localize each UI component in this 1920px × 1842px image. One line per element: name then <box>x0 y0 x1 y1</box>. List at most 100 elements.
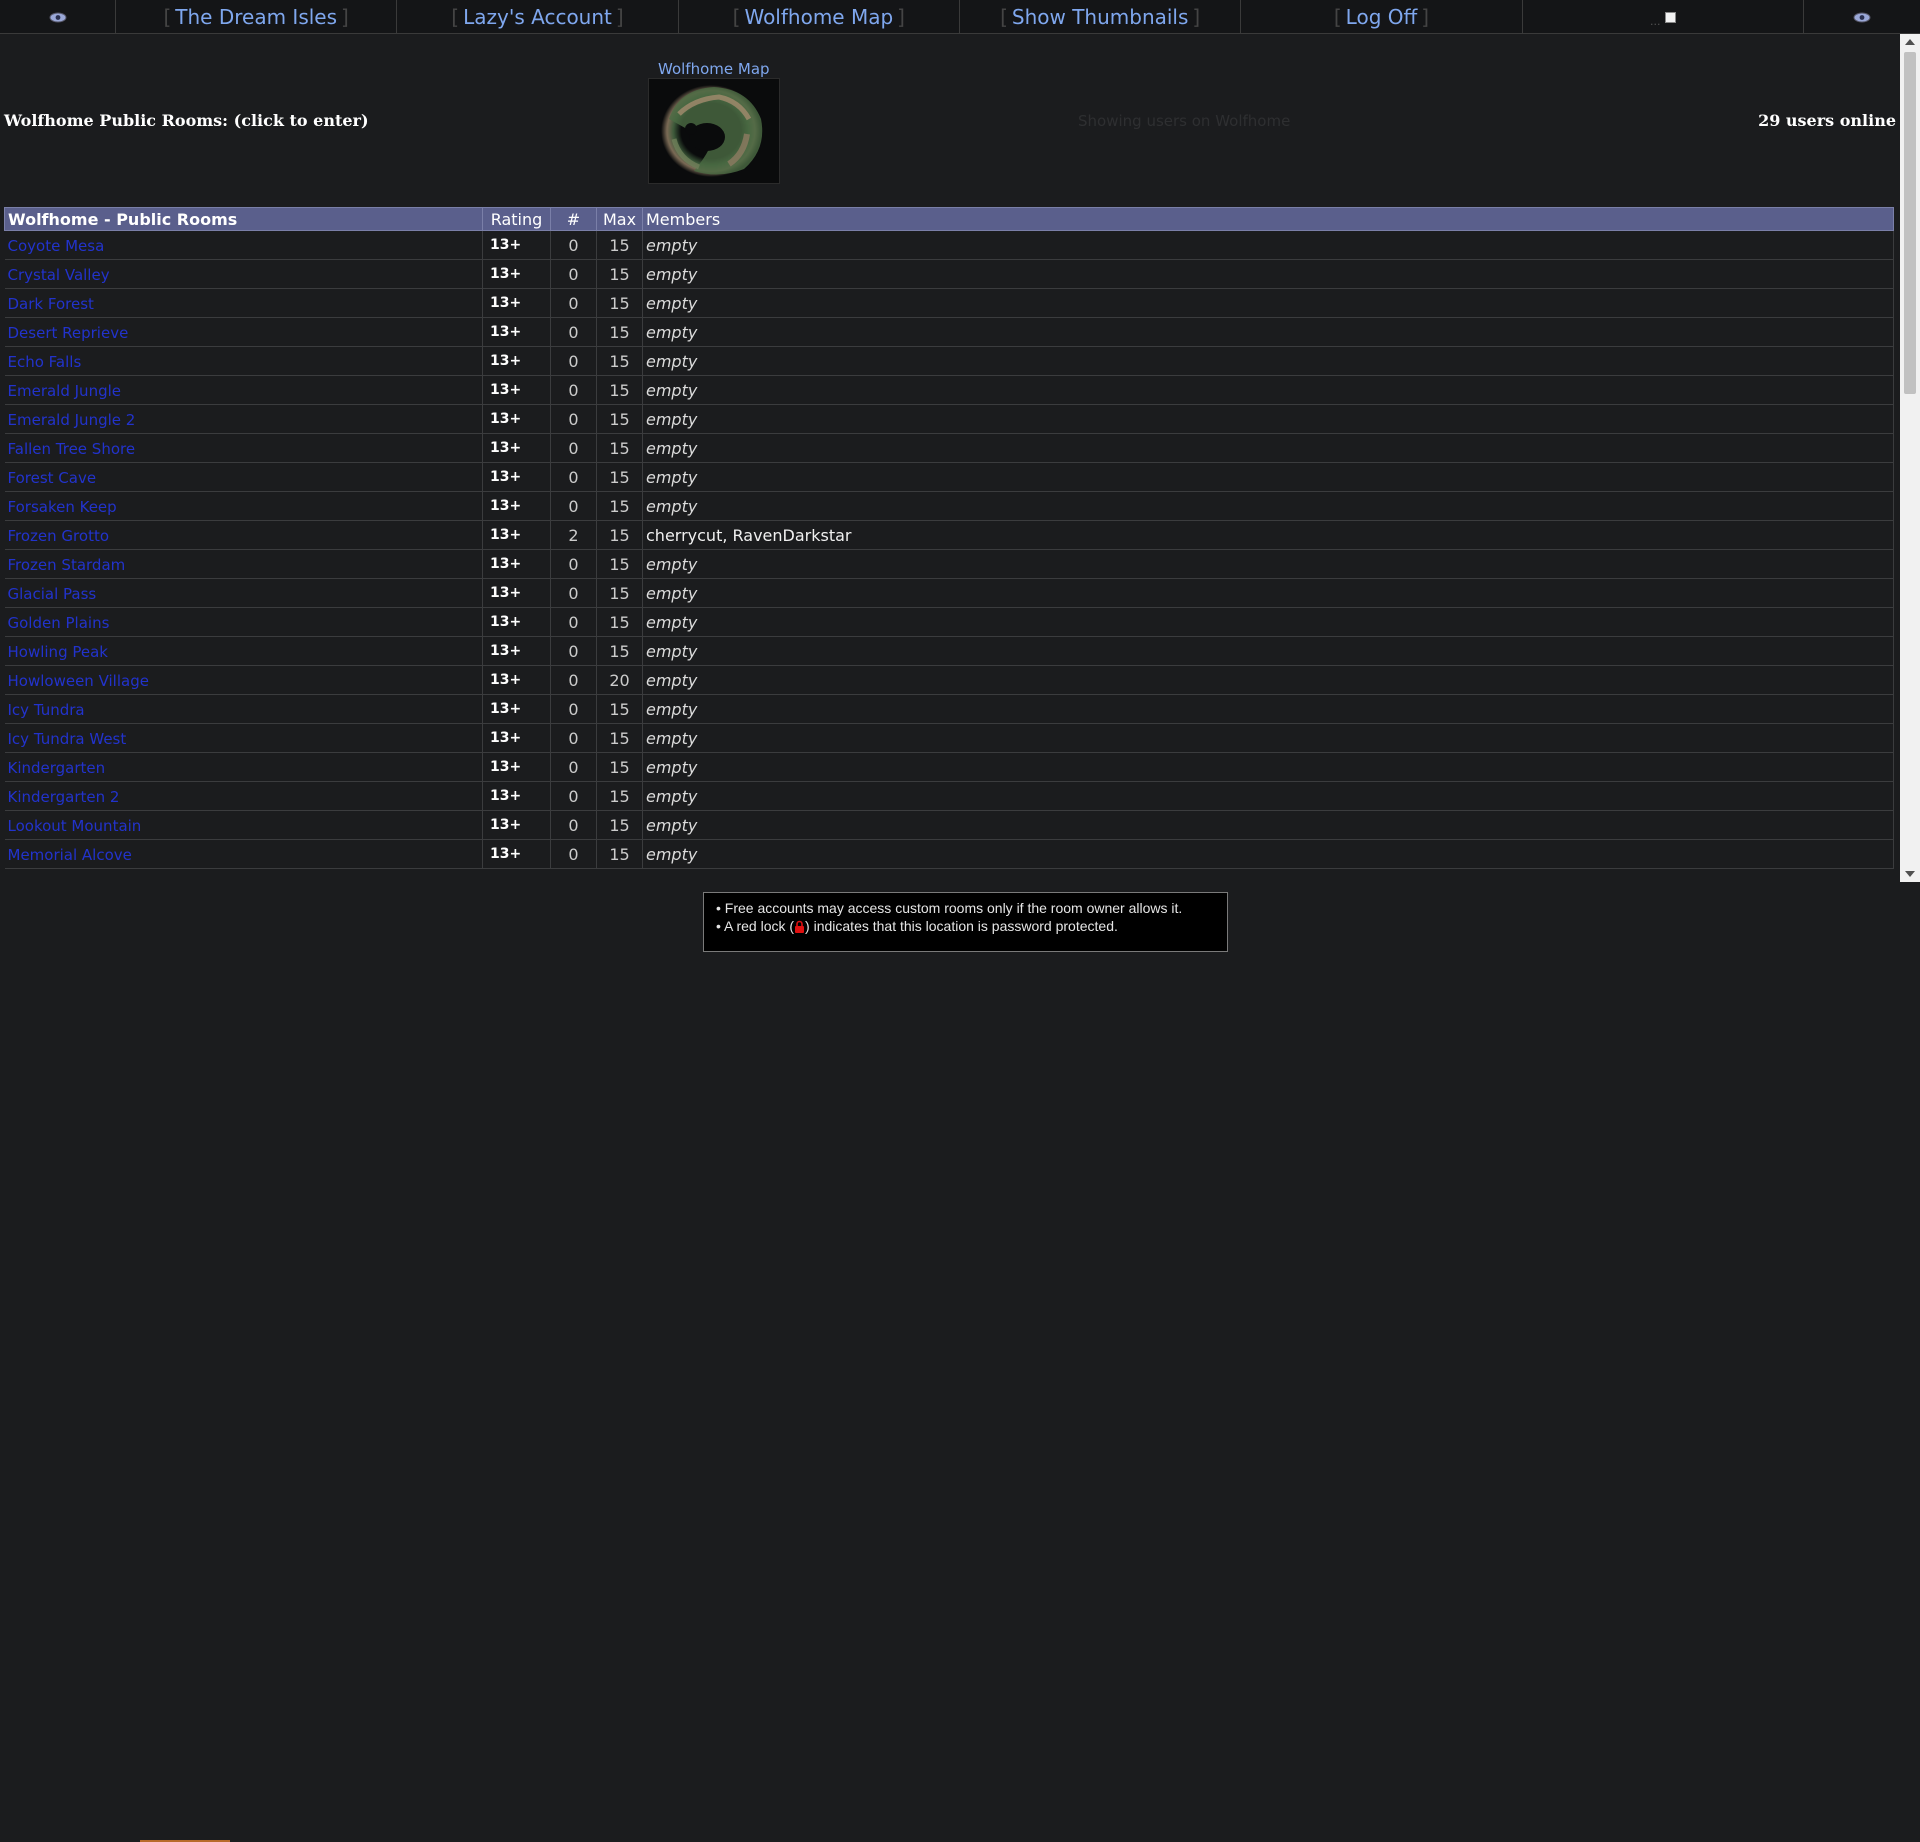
room-rating: 13+ <box>482 230 551 260</box>
room-rating: 13+ <box>482 259 551 289</box>
room-name-cell: Lookout Mountain <box>4 810 483 840</box>
room-max-users: 15 <box>596 752 643 782</box>
room-link[interactable]: Echo Falls <box>8 353 82 371</box>
nav-dream-isles-link[interactable]: [The Dream Isles] <box>159 5 352 29</box>
rooms-table-body: Coyote Mesa 13+ 0 15 empty Crystal Valley 13+ 0… <box>4 230 1894 869</box>
nav-cell-logoff: [Log Off] <box>1241 0 1523 34</box>
room-rating: 13+ <box>482 462 551 492</box>
room-name-cell: Forsaken Keep <box>4 491 483 521</box>
room-max-users: 15 <box>596 607 643 637</box>
room-rating: 13+ <box>482 752 551 782</box>
table-row: Emerald Jungle 13+ 0 15 empty <box>4 375 1894 405</box>
room-members: empty <box>642 578 1894 608</box>
room-link[interactable]: Forest Cave <box>8 469 97 487</box>
room-link[interactable]: Crystal Valley <box>8 266 110 284</box>
room-max-users: 15 <box>596 317 643 347</box>
room-rating: 13+ <box>482 549 551 579</box>
room-link[interactable]: Golden Plains <box>8 614 110 632</box>
room-link[interactable]: Emerald Jungle <box>8 382 122 400</box>
room-link[interactable]: Emerald Jungle 2 <box>8 411 136 429</box>
table-row: Howling Peak 13+ 0 15 empty <box>4 636 1894 666</box>
room-rating: 13+ <box>482 781 551 811</box>
room-link[interactable]: Dark Forest <box>8 295 94 313</box>
room-link[interactable]: Icy Tundra <box>8 701 85 719</box>
room-link[interactable]: Frozen Stardam <box>8 556 126 574</box>
table-row: Dark Forest 13+ 0 15 empty <box>4 288 1894 318</box>
room-rating: 13+ <box>482 433 551 463</box>
room-name-cell: Memorial Alcove <box>4 839 483 869</box>
vertical-scrollbar[interactable] <box>1900 34 1920 882</box>
room-max-users: 15 <box>596 230 643 260</box>
room-link[interactable]: Frozen Grotto <box>8 527 110 545</box>
room-link[interactable]: Kindergarten <box>8 759 106 777</box>
room-members: empty <box>642 404 1894 434</box>
notes-box: • Free accounts may access custom rooms … <box>703 892 1228 952</box>
scroll-up-arrow-icon[interactable] <box>1905 39 1915 45</box>
room-max-users: 15 <box>596 433 643 463</box>
nav-cell-dream-isles: [The Dream Isles] <box>116 0 398 34</box>
header-row: Wolfhome Public Rooms: (click to enter) … <box>0 34 1898 204</box>
room-max-users: 15 <box>596 839 643 869</box>
room-rating: 13+ <box>482 694 551 724</box>
nav-thumbnails-link[interactable]: [Show Thumbnails] <box>996 5 1204 29</box>
room-name-cell: Kindergarten <box>4 752 483 782</box>
room-link[interactable]: Howling Peak <box>8 643 108 661</box>
room-members: empty <box>642 317 1894 347</box>
room-max-users: 15 <box>596 723 643 753</box>
table-row: Golden Plains 13+ 0 15 empty <box>4 607 1894 637</box>
room-members: empty <box>642 607 1894 637</box>
room-user-count: 0 <box>550 317 597 347</box>
nav-account-label: Lazy's Account <box>463 5 612 29</box>
nav-dream-isles-label: The Dream Isles <box>175 5 338 29</box>
map-link[interactable]: Wolfhome Map <box>658 60 770 78</box>
room-link[interactable]: Fallen Tree Shore <box>8 440 136 458</box>
col-header-count: # <box>550 207 597 231</box>
room-rating: 13+ <box>482 665 551 695</box>
eye-icon <box>49 12 66 22</box>
room-link[interactable]: Coyote Mesa <box>8 237 105 255</box>
room-members: empty <box>642 781 1894 811</box>
room-name-cell: Frozen Stardam <box>4 549 483 579</box>
room-rating: 13+ <box>482 810 551 840</box>
room-link[interactable]: Desert Reprieve <box>8 324 129 342</box>
room-max-users: 15 <box>596 549 643 579</box>
map-thumbnail[interactable] <box>648 78 780 184</box>
scrollbar-thumb[interactable] <box>1904 52 1916 394</box>
room-link[interactable]: Icy Tundra West <box>8 730 127 748</box>
room-user-count: 0 <box>550 375 597 405</box>
room-link[interactable]: Glacial Pass <box>8 585 97 603</box>
room-name-cell: Howloween Village <box>4 665 483 695</box>
room-rating: 13+ <box>482 607 551 637</box>
room-link[interactable]: Forsaken Keep <box>8 498 117 516</box>
room-link[interactable]: Lookout Mountain <box>8 817 142 835</box>
nav-right-eye[interactable] <box>1804 0 1920 34</box>
room-user-count: 0 <box>550 665 597 695</box>
table-row: Emerald Jungle 2 13+ 0 15 empty <box>4 404 1894 434</box>
room-members: empty <box>642 462 1894 492</box>
room-rating: 13+ <box>482 520 551 550</box>
room-user-count: 0 <box>550 288 597 318</box>
table-row: Crystal Valley 13+ 0 15 empty <box>4 259 1894 289</box>
table-row: Icy Tundra West 13+ 0 15 empty <box>4 723 1894 753</box>
room-link[interactable]: Howloween Village <box>8 672 149 690</box>
footer: • Free accounts may access custom rooms … <box>0 882 1920 1842</box>
room-members: empty <box>642 839 1894 869</box>
room-link[interactable]: Kindergarten 2 <box>8 788 120 806</box>
room-user-count: 0 <box>550 810 597 840</box>
thumbnail-checkbox[interactable] <box>1664 11 1676 23</box>
room-user-count: 0 <box>550 230 597 260</box>
note-line-free-accounts: • Free accounts may access custom rooms … <box>716 900 1183 916</box>
note-line-red-lock: • A red lock () indicates that this loca… <box>716 917 1215 935</box>
scroll-down-arrow-icon[interactable] <box>1905 871 1915 877</box>
nav-left-eye[interactable] <box>0 0 116 34</box>
room-members: empty <box>642 694 1894 724</box>
room-name-cell: Howling Peak <box>4 636 483 666</box>
room-name-cell: Icy Tundra <box>4 694 483 724</box>
nav-map-link[interactable]: [Wolfhome Map] <box>729 5 909 29</box>
room-link[interactable]: Memorial Alcove <box>8 846 132 864</box>
table-row: Forest Cave 13+ 0 15 empty <box>4 462 1894 492</box>
nav-account-link[interactable]: [Lazy's Account] <box>447 5 627 29</box>
nav-logoff-link[interactable]: [Log Off] <box>1330 5 1433 29</box>
room-members: cherrycut, RavenDarkstar <box>642 520 1894 550</box>
table-row: Desert Reprieve 13+ 0 15 empty <box>4 317 1894 347</box>
